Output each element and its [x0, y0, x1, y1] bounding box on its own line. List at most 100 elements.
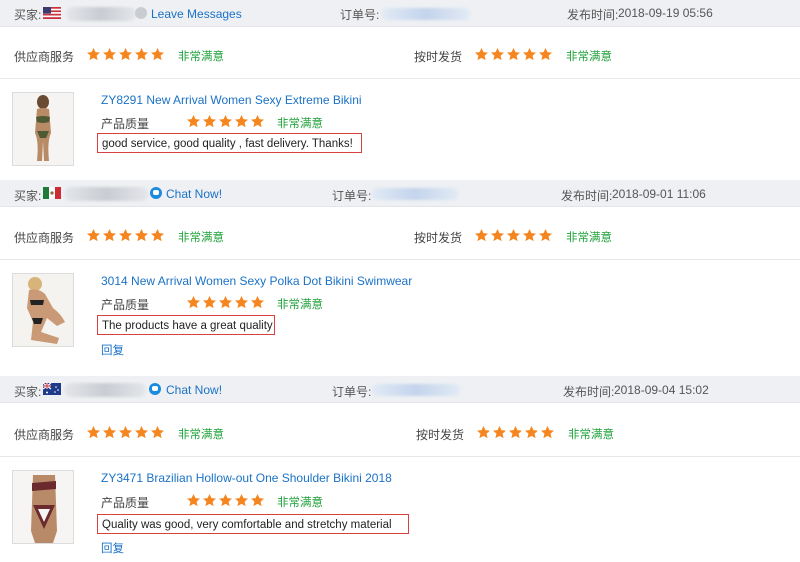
divider: [0, 259, 800, 260]
supplier-service-rating: 非常满意: [178, 232, 224, 244]
order-no-label: 订单号:: [332, 189, 372, 203]
chat-now-link[interactable]: Chat Now!: [166, 187, 222, 201]
star-icon: [203, 295, 216, 309]
on-time-shipping-stars: [476, 425, 555, 440]
star-icon: [187, 114, 200, 128]
supplier-service-rating: 非常满意: [178, 429, 224, 441]
star-icon: [475, 228, 488, 242]
supplier-service-label: 供应商服务: [14, 428, 75, 442]
star-icon: [135, 228, 148, 242]
post-time: 2018-09-01 11:06: [612, 187, 706, 201]
post-time-label: 发布时间:: [563, 385, 615, 399]
usa-flag-icon: [43, 7, 61, 19]
product-quality-stars: [186, 493, 265, 508]
star-icon: [491, 47, 504, 61]
star-icon: [219, 493, 232, 507]
star-icon: [135, 47, 148, 61]
product-image[interactable]: [12, 92, 74, 166]
star-icon: [541, 425, 554, 439]
star-icon: [509, 425, 522, 439]
product-quality-label: 产品质量: [101, 496, 150, 510]
star-icon: [235, 493, 248, 507]
chat-now-link[interactable]: Chat Now!: [166, 383, 222, 397]
star-icon: [235, 114, 248, 128]
product-quality-rating: 非常满意: [277, 497, 323, 509]
star-icon: [151, 47, 164, 61]
star-icon: [135, 425, 148, 439]
review-comment: Quality was good, very comfortable and s…: [97, 514, 409, 534]
star-icon: [251, 114, 264, 128]
product-title-link[interactable]: 3014 New Arrival Women Sexy Polka Dot Bi…: [101, 274, 412, 288]
star-icon: [119, 228, 132, 242]
star-icon: [523, 228, 536, 242]
star-icon: [493, 425, 506, 439]
star-icon: [103, 228, 116, 242]
post-time: 2018-09-19 05:56: [618, 6, 713, 20]
star-icon: [251, 295, 264, 309]
supplier-service-stars: [86, 47, 165, 62]
product-image[interactable]: [12, 470, 74, 544]
buyer-name-redacted: [64, 187, 148, 201]
product-quality-rating: 非常满意: [277, 299, 323, 311]
on-time-shipping-stars: [474, 228, 553, 243]
product-quality-rating: 非常满意: [277, 118, 323, 130]
product-title-link[interactable]: ZY8291 New Arrival Women Sexy Extreme Bi…: [101, 93, 362, 107]
star-icon: [87, 47, 100, 61]
star-icon: [525, 425, 538, 439]
supplier-service-label: 供应商服务: [14, 50, 75, 64]
post-time: 2018-09-04 15:02: [614, 383, 709, 397]
on-time-shipping-rating: 非常满意: [568, 429, 614, 441]
order-no-redacted[interactable]: [372, 384, 460, 396]
star-icon: [219, 295, 232, 309]
supplier-service-label: 供应商服务: [14, 231, 75, 245]
chat-icon[interactable]: [149, 383, 161, 395]
on-time-shipping-label: 按时发货: [414, 50, 463, 64]
star-icon: [539, 47, 552, 61]
star-icon: [507, 228, 520, 242]
chat-icon[interactable]: [150, 187, 162, 199]
star-icon: [475, 47, 488, 61]
star-icon: [151, 228, 164, 242]
divider: [0, 78, 800, 79]
buyer-name-redacted: [64, 383, 146, 397]
star-icon: [203, 114, 216, 128]
australia-flag-icon: [43, 383, 61, 395]
message-icon[interactable]: [135, 7, 147, 19]
leave-messages-link[interactable]: Leave Messages: [151, 7, 242, 21]
on-time-shipping-rating: 非常满意: [566, 232, 612, 244]
buyer-label: 买家:: [14, 385, 42, 399]
star-icon: [187, 295, 200, 309]
star-icon: [151, 425, 164, 439]
product-image[interactable]: [12, 273, 74, 347]
supplier-service-stars: [86, 425, 165, 440]
post-time-label: 发布时间:: [561, 189, 613, 203]
star-icon: [203, 493, 216, 507]
star-icon: [119, 47, 132, 61]
divider: [0, 456, 800, 457]
product-quality-label: 产品质量: [101, 298, 150, 312]
review-comment: good service, good quality , fast delive…: [97, 133, 362, 153]
order-no-redacted[interactable]: [372, 188, 458, 200]
review-comment: The products have a great quality: [97, 315, 275, 335]
supplier-service-rating: 非常满意: [178, 51, 224, 63]
order-no-redacted[interactable]: [382, 8, 470, 20]
buyer-label: 买家:: [14, 189, 42, 203]
buyer-name-redacted: [66, 7, 136, 21]
star-icon: [103, 425, 116, 439]
on-time-shipping-rating: 非常满意: [566, 51, 612, 63]
order-no-label: 订单号:: [332, 385, 372, 399]
star-icon: [87, 425, 100, 439]
star-icon: [251, 493, 264, 507]
star-icon: [235, 295, 248, 309]
star-icon: [87, 228, 100, 242]
reply-link[interactable]: 回复: [101, 342, 124, 358]
star-icon: [539, 228, 552, 242]
product-quality-label: 产品质量: [101, 117, 150, 131]
star-icon: [187, 493, 200, 507]
mexico-flag-icon: [43, 187, 61, 199]
on-time-shipping-label: 按时发货: [414, 231, 463, 245]
buyer-label: 买家:: [14, 8, 42, 22]
reply-link[interactable]: 回复: [101, 540, 124, 556]
post-time-label: 发布时间:: [567, 8, 619, 22]
product-title-link[interactable]: ZY3471 Brazilian Hollow-out One Shoulder…: [101, 471, 392, 485]
